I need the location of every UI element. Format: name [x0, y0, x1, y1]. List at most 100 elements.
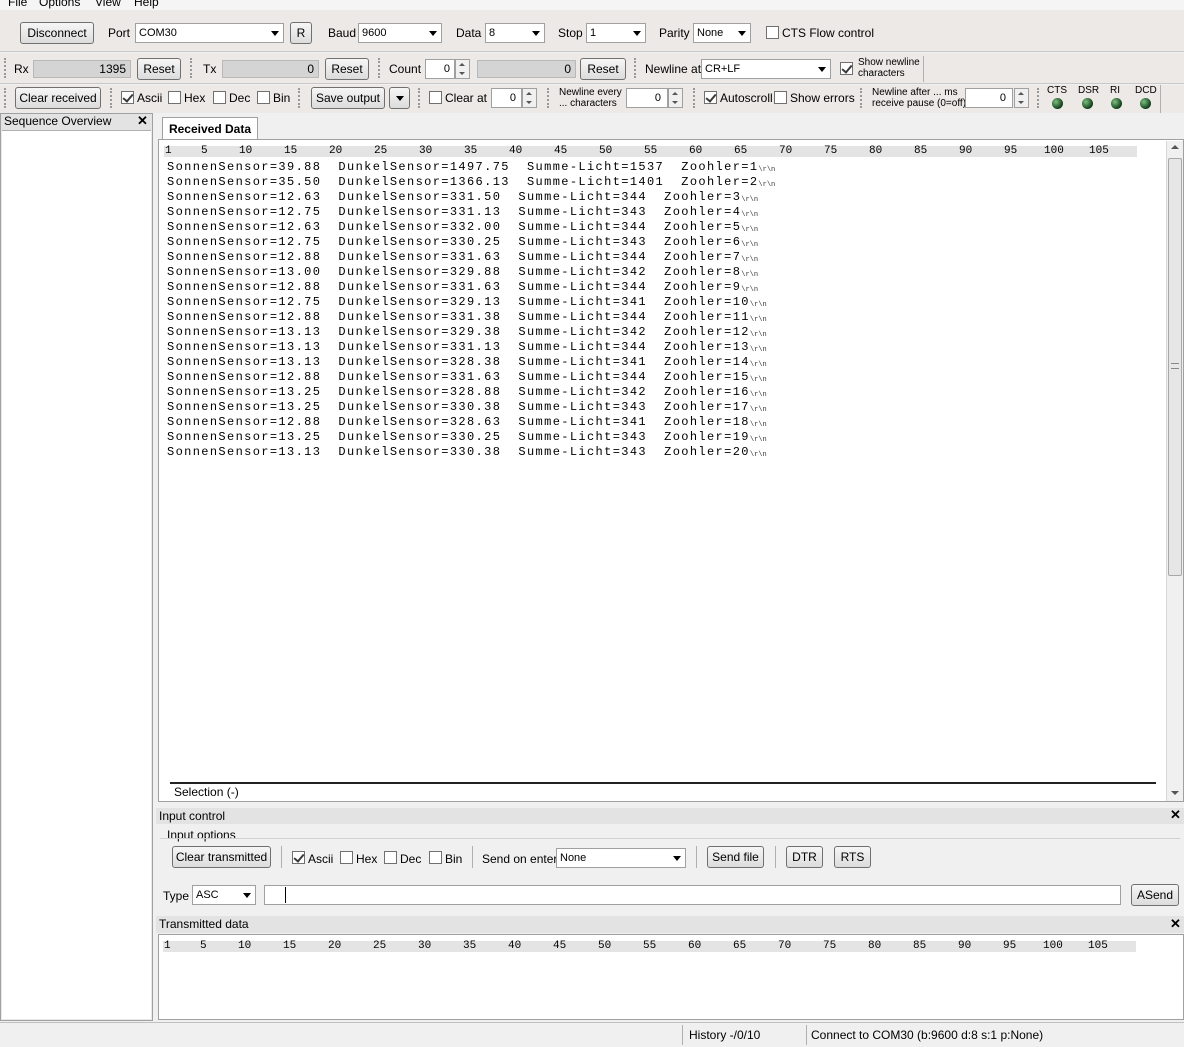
ruler-mark: 35 — [463, 940, 477, 952]
ruler-mark: 55 — [644, 145, 658, 157]
rx-reset-button[interactable]: Reset — [137, 58, 181, 80]
cts-flow-checkbox[interactable] — [766, 26, 779, 39]
newline-at-select[interactable]: CR+LF — [701, 59, 831, 79]
transmitted-column-ruler: 1 5 10 15 20 25 30 35 40 45 50 55 60 65 … — [163, 940, 1136, 952]
dtr-button[interactable]: DTR — [786, 846, 823, 868]
close-icon[interactable]: ✕ — [1170, 916, 1181, 932]
toolbar-grip[interactable] — [1037, 88, 1040, 108]
input-ascii-checkbox[interactable] — [292, 851, 305, 864]
input-hex-checkbox[interactable] — [340, 851, 353, 864]
ruler-mark: 70 — [779, 145, 793, 157]
ruler-mark: 25 — [373, 940, 387, 952]
input-type-select[interactable]: ASC — [192, 885, 256, 905]
ruler-mark: 5 — [201, 145, 208, 157]
count-reset-button[interactable]: Reset — [580, 58, 626, 80]
clear-at-checkbox[interactable] — [429, 91, 442, 104]
toolbar-grip[interactable] — [298, 88, 301, 108]
save-output-menu-button[interactable] — [389, 87, 410, 109]
newline-after-spinner[interactable] — [1014, 88, 1029, 108]
show-newline-checkbox[interactable] — [840, 62, 853, 75]
bin-checkbox[interactable] — [257, 91, 270, 104]
chevron-down-icon — [243, 893, 251, 898]
show-newline-label-1: Show newline — [858, 57, 920, 68]
send-text-input[interactable] — [264, 885, 1121, 905]
menu-view[interactable]: View — [95, 0, 121, 9]
column-ruler: 1 5 10 15 20 25 30 35 40 45 50 55 60 65 … — [164, 145, 1137, 157]
save-output-button[interactable]: Save output — [311, 87, 385, 109]
autoscroll-checkbox[interactable] — [704, 91, 717, 104]
data-bits-select[interactable]: 8 — [485, 23, 545, 43]
toolbar-grip[interactable] — [418, 88, 421, 108]
tab-received-data[interactable]: Received Data — [162, 117, 258, 139]
received-text[interactable]: SonnenSensor=39.88 DunkelSensor=1497.75 … — [160, 160, 1165, 480]
received-line-text: SonnenSensor=12.63 DunkelSensor=332.00 S… — [167, 220, 742, 234]
count-spinner[interactable] — [455, 59, 470, 79]
tx-reset-button[interactable]: Reset — [325, 58, 369, 80]
received-scrollbar[interactable] — [1166, 141, 1183, 801]
ruler-mark: 45 — [553, 940, 567, 952]
clear-at-input[interactable]: 0 — [491, 88, 522, 108]
hex-label: Hex — [184, 91, 206, 105]
ruler-mark: 80 — [868, 940, 882, 952]
newline-every-input[interactable]: 0 — [626, 88, 668, 108]
input-bin-checkbox[interactable] — [429, 851, 442, 864]
stop-bits-select[interactable]: 1 — [586, 23, 646, 43]
asend-button[interactable]: ASend — [1131, 884, 1179, 906]
input-hex-label: Hex — [356, 852, 378, 866]
crlf-marker: \r\n — [749, 451, 767, 459]
rts-button[interactable]: RTS — [834, 846, 871, 868]
port-select[interactable]: COM30 — [135, 23, 284, 43]
disconnect-button[interactable]: Disconnect — [20, 22, 94, 44]
ruler-mark: 25 — [374, 145, 388, 157]
crlf-marker: \r\n — [741, 286, 759, 294]
menu-file[interactable]: File — [8, 0, 27, 9]
send-file-button[interactable]: Send file — [707, 846, 764, 868]
scroll-down-icon[interactable] — [1171, 791, 1179, 795]
clear-at-label: Clear at — [445, 91, 488, 105]
stop-bits-value: 1 — [590, 27, 597, 39]
port-value: COM30 — [139, 27, 177, 39]
chevron-down-icon — [673, 856, 681, 861]
toolbar-grip[interactable] — [190, 58, 193, 78]
toolbar-grip[interactable] — [4, 58, 7, 78]
input-dec-checkbox[interactable] — [384, 851, 397, 864]
toolbar-grip[interactable] — [860, 88, 863, 108]
clear-received-button[interactable]: Clear received — [15, 87, 101, 109]
crlf-marker: \r\n — [741, 241, 759, 249]
dec-checkbox[interactable] — [213, 91, 226, 104]
newline-after-input[interactable]: 0 — [965, 88, 1013, 108]
parity-select[interactable]: None — [693, 23, 751, 43]
newline-every-spinner[interactable] — [668, 88, 683, 108]
crlf-marker: \r\n — [749, 436, 767, 444]
toolbar-grip[interactable] — [547, 88, 550, 108]
toolbar-grip[interactable] — [4, 88, 7, 108]
toolbar-separator — [472, 846, 473, 868]
dec-label: Dec — [229, 91, 251, 105]
received-line-text: SonnenSensor=12.88 DunkelSensor=331.38 S… — [167, 310, 750, 324]
text-cursor — [285, 887, 286, 903]
ascii-checkbox[interactable] — [121, 91, 134, 104]
chevron-down-icon — [532, 31, 540, 36]
toolbar-grip[interactable] — [634, 58, 637, 78]
ruler-mark: 75 — [824, 145, 838, 157]
clear-at-spinner[interactable] — [522, 88, 537, 108]
clear-transmitted-button[interactable]: Clear transmitted — [172, 846, 271, 868]
menu-help[interactable]: Help — [134, 0, 159, 9]
show-errors-checkbox[interactable] — [774, 91, 787, 104]
baud-select[interactable]: 9600 — [358, 23, 442, 43]
close-icon[interactable]: ✕ — [137, 113, 148, 129]
refresh-ports-button[interactable]: R — [290, 22, 312, 44]
menu-options[interactable]: Options — [39, 0, 80, 9]
toolbar-grip[interactable] — [693, 88, 696, 108]
close-icon[interactable]: ✕ — [1170, 807, 1181, 823]
count-input[interactable]: 0 — [425, 59, 455, 79]
received-line-text: SonnenSensor=13.13 DunkelSensor=330.38 S… — [167, 445, 750, 459]
send-on-enter-select[interactable]: None — [556, 848, 686, 868]
toolbar-grip[interactable] — [110, 88, 113, 108]
sequence-list[interactable] — [2, 130, 151, 1019]
hex-checkbox[interactable] — [168, 91, 181, 104]
grip-lines-icon — [1171, 363, 1179, 369]
toolbar-grip[interactable] — [378, 58, 381, 78]
show-errors-label: Show errors — [790, 91, 855, 105]
scroll-up-icon[interactable] — [1171, 145, 1179, 149]
